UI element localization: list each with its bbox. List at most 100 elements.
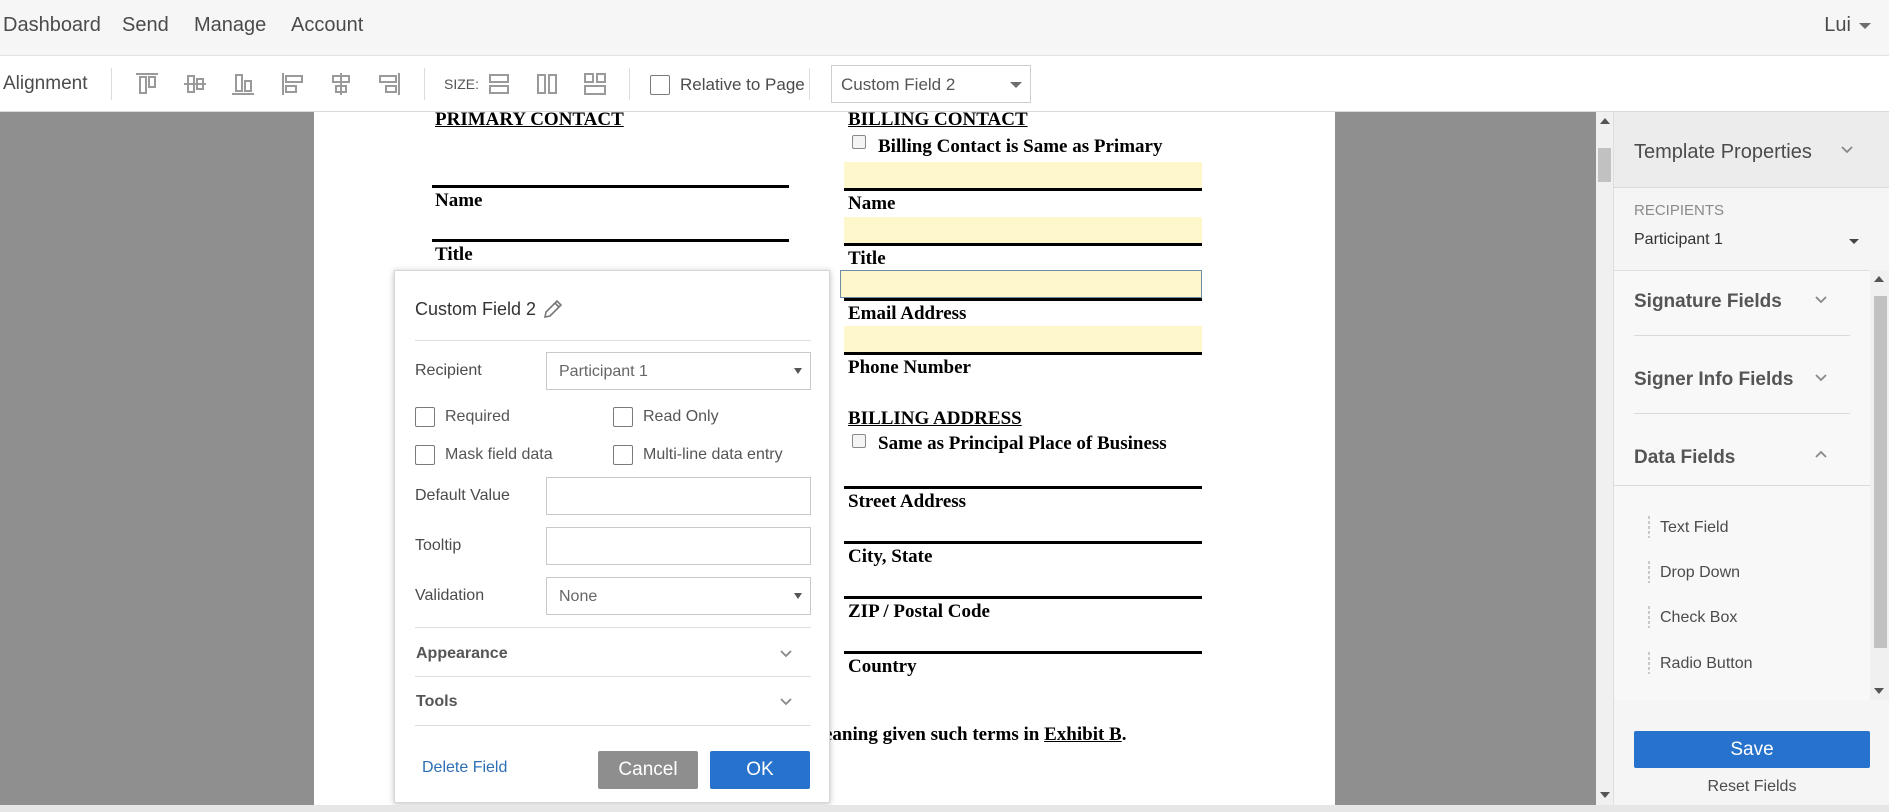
recipient-selector[interactable]: Participant 1 xyxy=(1634,231,1723,249)
dialog-title: Custom Field 2 xyxy=(415,299,537,319)
billing-name-label: Name xyxy=(848,193,896,214)
signature-line xyxy=(844,486,1202,489)
tools-section[interactable]: Tools xyxy=(416,693,457,711)
ok-button[interactable]: OK xyxy=(710,751,810,789)
save-button[interactable]: Save xyxy=(1634,731,1870,768)
chevron-down-icon xyxy=(1010,82,1022,88)
required-label: Required xyxy=(445,408,510,425)
relative-to-page-label: Relative to Page xyxy=(680,75,805,94)
check-box-item[interactable]: Check Box xyxy=(1660,609,1737,627)
chevron-down-icon[interactable] xyxy=(779,647,793,661)
nav-dashboard[interactable]: Dashboard xyxy=(3,14,101,37)
same-size-icon[interactable] xyxy=(582,71,608,97)
radio-button-item[interactable]: Radio Button xyxy=(1660,655,1753,673)
billing-name-field[interactable] xyxy=(844,162,1202,188)
field-select[interactable]: Custom Field 2 xyxy=(831,65,1031,103)
chevron-down-icon[interactable] xyxy=(779,695,793,709)
signature-line xyxy=(844,243,1202,246)
chevron-down-icon[interactable] xyxy=(1840,143,1854,157)
billing-contact-heading: BILLING CONTACT xyxy=(848,109,1028,130)
panel-scrollbar[interactable] xyxy=(1870,270,1889,700)
tooltip-input[interactable] xyxy=(546,527,811,565)
appearance-section[interactable]: Appearance xyxy=(416,645,508,663)
default-value-input[interactable] xyxy=(546,477,811,515)
divider xyxy=(415,725,811,726)
field-select-value: Custom Field 2 xyxy=(841,75,956,94)
chevron-down-icon[interactable] xyxy=(1814,371,1828,385)
address-same-checkbox[interactable] xyxy=(852,434,866,448)
align-middle-icon[interactable] xyxy=(182,71,208,97)
drag-handle-icon xyxy=(1648,652,1650,674)
reset-fields-link[interactable]: Reset Fields xyxy=(1614,778,1889,796)
chevron-down-icon[interactable] xyxy=(1814,293,1828,307)
nav-account[interactable]: Account xyxy=(291,14,363,37)
street-address-label: Street Address xyxy=(848,491,967,512)
divider xyxy=(415,340,811,341)
template-properties-header[interactable]: Template Properties xyxy=(1614,112,1889,188)
align-top-icon[interactable] xyxy=(134,71,160,97)
top-navigation: Dashboard Send Manage Account Lui xyxy=(0,0,1889,56)
delete-field-link[interactable]: Delete Field xyxy=(422,759,507,777)
drop-down-item[interactable]: Drop Down xyxy=(1660,564,1740,582)
user-name: Lui xyxy=(1824,14,1851,36)
drag-handle-icon xyxy=(1648,561,1650,583)
recipients-label: RECIPIENTS xyxy=(1634,202,1725,219)
nav-manage[interactable]: Manage xyxy=(194,14,266,37)
signature-line xyxy=(844,352,1202,355)
city-state-label: City, State xyxy=(848,546,933,567)
read-only-checkbox[interactable] xyxy=(613,407,633,427)
chevron-down-icon xyxy=(794,368,802,374)
signature-fields-section[interactable]: Signature Fields xyxy=(1634,291,1782,313)
recipient-select[interactable]: Participant 1 xyxy=(546,352,811,390)
signature-line xyxy=(432,239,789,242)
same-width-icon[interactable] xyxy=(486,71,512,97)
signer-info-fields-section[interactable]: Signer Info Fields xyxy=(1634,369,1793,391)
scroll-up-icon[interactable] xyxy=(1600,118,1610,124)
validation-select[interactable]: None xyxy=(546,577,811,615)
alignment-label: Alignment xyxy=(3,73,88,94)
scroll-thumb[interactable] xyxy=(1874,296,1887,648)
signature-line xyxy=(844,298,1202,301)
chevron-down-icon[interactable] xyxy=(1849,239,1859,244)
multi-line-label: Multi-line data entry xyxy=(643,446,783,463)
user-menu[interactable]: Lui xyxy=(1824,14,1871,37)
chevron-up-icon[interactable] xyxy=(1814,447,1828,461)
canvas-scrollbar[interactable] xyxy=(1596,112,1613,805)
align-left-icon[interactable] xyxy=(280,71,306,97)
billing-same-checkbox[interactable] xyxy=(852,135,866,149)
recipient-label: Recipient xyxy=(415,362,482,379)
align-center-icon[interactable] xyxy=(328,71,354,97)
divider xyxy=(415,627,811,628)
toolbar-divider xyxy=(424,68,425,100)
template-properties-title: Template Properties xyxy=(1634,141,1812,163)
primary-contact-heading: PRIMARY CONTACT xyxy=(435,109,624,130)
toolbar-divider xyxy=(111,68,112,100)
scroll-up-icon[interactable] xyxy=(1874,276,1884,282)
align-right-icon[interactable] xyxy=(376,71,402,97)
required-checkbox[interactable] xyxy=(415,407,435,427)
divider xyxy=(415,676,811,677)
nav-send[interactable]: Send xyxy=(122,14,169,37)
scroll-down-icon[interactable] xyxy=(1874,688,1884,694)
field-properties-dialog: Custom Field 2 Recipient Participant 1 R… xyxy=(394,270,830,803)
text-field-item[interactable]: Text Field xyxy=(1660,519,1728,537)
align-bottom-icon[interactable] xyxy=(230,71,256,97)
cancel-button[interactable]: Cancel xyxy=(598,751,698,789)
relative-to-page-checkbox[interactable] xyxy=(650,75,670,95)
data-fields-section[interactable]: Data Fields xyxy=(1634,447,1735,469)
mask-field-checkbox[interactable] xyxy=(415,445,435,465)
multi-line-checkbox[interactable] xyxy=(613,445,633,465)
billing-phone-field[interactable] xyxy=(844,326,1202,352)
pencil-icon[interactable] xyxy=(541,297,565,321)
divider xyxy=(1634,335,1850,336)
signature-line xyxy=(432,185,789,188)
scroll-thumb[interactable] xyxy=(1598,148,1611,182)
footer-end: . xyxy=(1121,724,1127,745)
footer-paragraph: eaning given such terms in Exhibit B. xyxy=(824,724,1126,746)
billing-email-field[interactable] xyxy=(840,270,1202,298)
mask-field-label: Mask field data xyxy=(445,446,553,463)
divider xyxy=(1634,413,1850,414)
same-height-icon[interactable] xyxy=(534,71,560,97)
scroll-down-icon[interactable] xyxy=(1600,792,1610,798)
billing-title-field[interactable] xyxy=(844,217,1202,243)
